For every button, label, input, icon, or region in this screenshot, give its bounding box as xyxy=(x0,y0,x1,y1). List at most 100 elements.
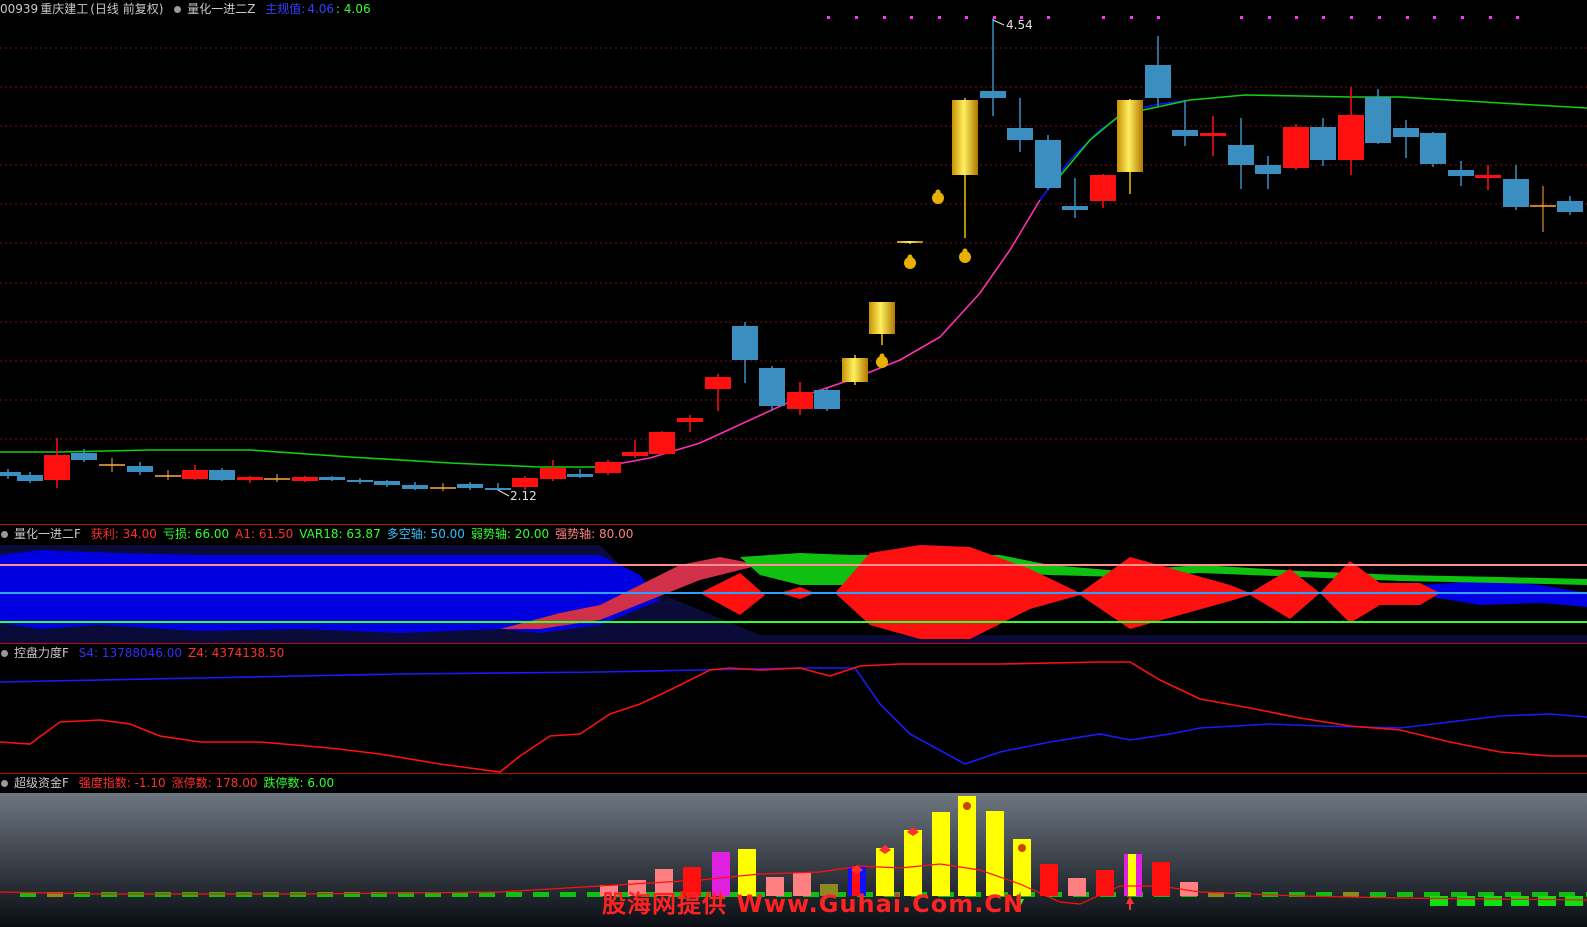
sub3-legend-item: 涨停数: 178.00 xyxy=(171,776,258,790)
candle-body xyxy=(622,452,648,456)
chart-mode: (日线 前复权) xyxy=(90,2,164,16)
money-bag-icon xyxy=(935,189,941,195)
fund-bar xyxy=(1152,862,1170,896)
signal-dot xyxy=(1130,16,1133,19)
candle-body xyxy=(705,377,731,389)
candle-body xyxy=(1200,133,1226,136)
candle-body xyxy=(457,484,483,488)
fund-bar xyxy=(958,796,976,896)
signal-dot xyxy=(1378,16,1381,19)
signal-dot xyxy=(855,16,858,19)
sub2-legend-item: S4: 13788046.00 xyxy=(78,646,183,660)
sub1-indicator-name: 量化一进二F xyxy=(14,527,81,541)
main-indicator-name: 量化一进二Z xyxy=(187,2,256,16)
signal-dot xyxy=(1516,16,1519,19)
money-bag-icon xyxy=(879,353,885,359)
candle-body xyxy=(595,462,621,473)
candle-body xyxy=(71,453,97,460)
money-bag-icon xyxy=(962,248,968,254)
main-param-value2: : 4.06 xyxy=(336,2,371,16)
main-chart-panel[interactable]: 00939 重庆建工 (日线 前复权) 量化一进二Z 主规值: 4.06: 4.06 … xyxy=(0,0,1587,524)
sub3-legend-item: 强度指数: -1.10 xyxy=(78,776,166,790)
candle-body xyxy=(1062,206,1088,210)
small-bar xyxy=(1397,892,1413,897)
candle-body xyxy=(237,477,263,480)
candle-body xyxy=(1448,170,1474,176)
candle-body xyxy=(512,478,538,487)
candle-body xyxy=(980,91,1006,98)
sub3-header: 超级资金F 强度指数: -1.10 涨停数: 178.00 跌停数: 6.00 xyxy=(0,774,340,792)
small-bar xyxy=(1457,896,1475,906)
stock-name: 重庆建工 xyxy=(40,2,89,16)
candle-body xyxy=(1035,140,1061,188)
watermark-text: 股海网提供 Www.Guhai.Com.CN xyxy=(602,890,1025,918)
sub2-panel[interactable]: 控盘力度F S4: 13788046.00 Z4: 4374138.50 xyxy=(0,644,1587,773)
candle-body xyxy=(567,474,593,477)
candle-body xyxy=(787,392,813,409)
high-price-label: 4.54 xyxy=(1006,18,1033,32)
candle-body xyxy=(17,475,43,481)
sub3-legend-item: 跌停数: 6.00 xyxy=(263,776,335,790)
candle-body xyxy=(732,326,758,360)
candle-body xyxy=(540,468,566,479)
candle-body xyxy=(1475,175,1501,178)
candle-body xyxy=(127,466,153,472)
indicator-toggle-icon[interactable] xyxy=(174,6,182,13)
small-bar xyxy=(1343,892,1359,897)
candle-body xyxy=(1090,175,1116,201)
candle-body xyxy=(402,485,428,489)
candle-body xyxy=(814,390,840,409)
candle-body xyxy=(374,481,400,485)
signal-dot xyxy=(883,16,886,19)
candle-body xyxy=(1420,133,1446,164)
signal-dot xyxy=(965,16,968,19)
candle-body xyxy=(1503,179,1529,207)
signal-dot xyxy=(910,16,913,19)
signal-dot xyxy=(827,16,830,19)
sub1-legend-item: 强势轴: 80.00 xyxy=(555,527,634,541)
candlestick-chart[interactable]: 4.54 2.12 xyxy=(0,0,1587,524)
flag-icon xyxy=(963,802,971,810)
signal-dot xyxy=(1406,16,1409,19)
candle-body xyxy=(1228,145,1254,165)
signal-dot xyxy=(1461,16,1464,19)
candle-body xyxy=(1338,115,1364,160)
main-chart-header: 00939 重庆建工 (日线 前复权) 量化一进二Z 主规值: 4.06: 4.06 xyxy=(0,0,377,18)
candle-body xyxy=(1255,165,1281,174)
signal-dot xyxy=(1350,16,1353,19)
candle-body-limit-up xyxy=(842,358,868,382)
small-bar xyxy=(344,892,360,897)
candle-body xyxy=(677,418,703,422)
sub1-legend-item: 多空轴: 50.00 xyxy=(386,527,465,541)
candle-body xyxy=(1310,127,1336,160)
flag-icon xyxy=(1018,844,1026,852)
candle-body xyxy=(1283,127,1309,168)
candle-body xyxy=(1145,65,1171,98)
sub1-legend-item: 弱势轴: 20.00 xyxy=(470,527,550,541)
candle-body xyxy=(182,470,208,479)
ma-line-pink xyxy=(599,199,1041,468)
sub2-toggle-icon[interactable] xyxy=(1,650,8,657)
candle-body xyxy=(759,368,785,406)
sub1-legend-item: 亏损: 66.00 xyxy=(162,527,230,541)
fund-bar xyxy=(1068,878,1086,896)
candle-body xyxy=(485,488,511,490)
sub1-legend-item: A1: 61.50 xyxy=(235,527,294,541)
signal-dot xyxy=(1489,16,1492,19)
high-marker xyxy=(992,19,1005,26)
sub1-panel[interactable]: 量化一进二F 获利: 34.00 亏损: 66.00 A1: 61.50 VAR18:… xyxy=(0,525,1587,644)
sub3-indicator-name: 超级资金F xyxy=(14,776,69,790)
small-bar xyxy=(560,892,576,897)
signal-dot xyxy=(1268,16,1271,19)
main-param-label: 主规值: xyxy=(265,2,306,16)
signal-dot xyxy=(1240,16,1243,19)
sub2-line-chart[interactable] xyxy=(0,644,1587,773)
sub2-legend-item: Z4: 4374138.50 xyxy=(188,646,285,660)
sub1-toggle-icon[interactable] xyxy=(1,531,8,538)
candle-body xyxy=(319,477,345,480)
money-bag-icon xyxy=(907,254,913,260)
fund-bar xyxy=(1040,864,1058,896)
sub1-legend-item: 获利: 34.00 xyxy=(90,527,157,541)
candle-body xyxy=(1007,128,1033,140)
sub3-toggle-icon[interactable] xyxy=(1,780,8,787)
